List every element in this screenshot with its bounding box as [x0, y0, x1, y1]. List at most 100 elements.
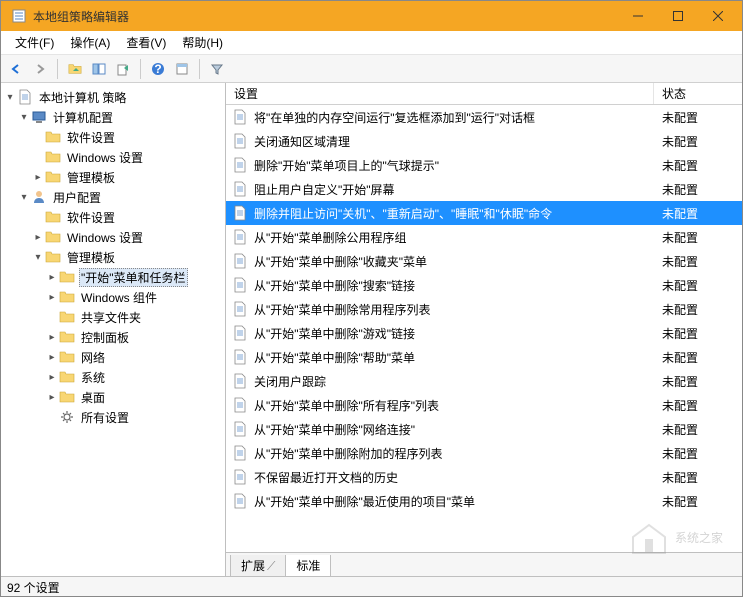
forward-button[interactable] [29, 58, 51, 80]
setting-status: 未配置 [662, 469, 742, 486]
properties-button[interactable] [171, 58, 193, 80]
policy-item-icon [232, 445, 248, 461]
setting-row[interactable]: 删除"开始"菜单项目上的"气球提示"未配置 [226, 153, 742, 177]
chevron-right-icon[interactable]: ▸ [45, 332, 59, 343]
setting-row[interactable]: 关闭通知区域清理未配置 [226, 129, 742, 153]
tree-windows-settings-user[interactable]: ▸Windows 设置 [1, 227, 225, 247]
tree-system[interactable]: ▸系统 [1, 367, 225, 387]
setting-row[interactable]: 关闭用户跟踪未配置 [226, 369, 742, 393]
setting-status: 未配置 [662, 325, 742, 342]
setting-name: 从"开始"菜单中删除"游戏"链接 [254, 325, 662, 342]
tab-extended[interactable]: 扩展⟋ [230, 555, 286, 576]
chevron-right-icon[interactable]: ▸ [31, 232, 45, 243]
minimize-button[interactable] [618, 1, 658, 31]
tree-pane[interactable]: ▾ 本地计算机 策略 ▾ 计算机配置 软件设置 Windows 设置 ▸管理模板… [1, 83, 226, 576]
chevron-down-icon[interactable]: ▾ [3, 92, 17, 103]
up-button[interactable] [64, 58, 86, 80]
chevron-right-icon[interactable]: ▸ [45, 352, 59, 363]
export-button[interactable] [112, 58, 134, 80]
settings-list[interactable]: 将"在单独的内存空间运行"复选框添加到"运行"对话框未配置关闭通知区域清理未配置… [226, 105, 742, 552]
toolbar: ? [1, 55, 742, 83]
setting-row[interactable]: 从"开始"菜单中删除附加的程序列表未配置 [226, 441, 742, 465]
svg-text:?: ? [154, 62, 161, 76]
setting-row[interactable]: 删除并阻止访问"关机"、"重新启动"、"睡眠"和"休眠"命令未配置 [226, 201, 742, 225]
chevron-down-icon[interactable]: ▾ [31, 252, 45, 263]
setting-name: 从"开始"菜单中删除附加的程序列表 [254, 445, 662, 462]
policy-item-icon [232, 229, 248, 245]
setting-status: 未配置 [662, 397, 742, 414]
setting-status: 未配置 [662, 109, 742, 126]
tree-computer-config[interactable]: ▾ 计算机配置 [1, 107, 225, 127]
menu-help[interactable]: 帮助(H) [174, 32, 231, 53]
policy-item-icon [232, 181, 248, 197]
policy-item-icon [232, 301, 248, 317]
chevron-right-icon[interactable]: ▸ [31, 172, 45, 183]
policy-item-icon [232, 421, 248, 437]
policy-item-icon [232, 205, 248, 221]
menu-file[interactable]: 文件(F) [7, 32, 62, 53]
show-hide-tree-button[interactable] [88, 58, 110, 80]
tree-network[interactable]: ▸网络 [1, 347, 225, 367]
tree-user-config[interactable]: ▾ 用户配置 [1, 187, 225, 207]
setting-status: 未配置 [662, 349, 742, 366]
close-button[interactable] [698, 1, 738, 31]
setting-row[interactable]: 从"开始"菜单中删除"收藏夹"菜单未配置 [226, 249, 742, 273]
column-setting[interactable]: 设置 [226, 83, 654, 104]
tree-root[interactable]: ▾ 本地计算机 策略 [1, 87, 225, 107]
setting-status: 未配置 [662, 445, 742, 462]
back-button[interactable] [5, 58, 27, 80]
tree-admin-templates-user[interactable]: ▾管理模板 [1, 247, 225, 267]
setting-name: 从"开始"菜单中删除"帮助"菜单 [254, 349, 662, 366]
chevron-down-icon[interactable]: ▾ [17, 192, 31, 203]
help-button[interactable]: ? [147, 58, 169, 80]
setting-row[interactable]: 不保留最近打开文档的历史未配置 [226, 465, 742, 489]
setting-row[interactable]: 将"在单独的内存空间运行"复选框添加到"运行"对话框未配置 [226, 105, 742, 129]
folder-icon [45, 209, 61, 225]
bottom-tabs: 扩展⟋ 标准 [226, 552, 742, 576]
setting-row[interactable]: 阻止用户自定义"开始"屏幕未配置 [226, 177, 742, 201]
policy-item-icon [232, 397, 248, 413]
tree-windows-components[interactable]: ▸Windows 组件 [1, 287, 225, 307]
setting-name: 阻止用户自定义"开始"屏幕 [254, 181, 662, 198]
tree-all-settings[interactable]: 所有设置 [1, 407, 225, 427]
setting-name: 从"开始"菜单中删除"最近使用的项目"菜单 [254, 493, 662, 510]
list-header[interactable]: 设置 状态 [226, 83, 742, 105]
chevron-right-icon[interactable]: ▸ [45, 292, 59, 303]
setting-row[interactable]: 从"开始"菜单中删除"帮助"菜单未配置 [226, 345, 742, 369]
right-pane: 设置 状态 将"在单独的内存空间运行"复选框添加到"运行"对话框未配置关闭通知区… [226, 83, 742, 576]
setting-row[interactable]: 从"开始"菜单中删除"搜索"链接未配置 [226, 273, 742, 297]
setting-row[interactable]: 从"开始"菜单中删除"游戏"链接未配置 [226, 321, 742, 345]
folder-icon [45, 129, 61, 145]
tree-software-settings[interactable]: 软件设置 [1, 127, 225, 147]
filter-button[interactable] [206, 58, 228, 80]
tree-software-settings-user[interactable]: 软件设置 [1, 207, 225, 227]
column-status[interactable]: 状态 [654, 83, 742, 104]
tree-desktop[interactable]: ▸桌面 [1, 387, 225, 407]
tree-admin-templates[interactable]: ▸管理模板 [1, 167, 225, 187]
folder-icon [59, 269, 75, 285]
chevron-down-icon[interactable]: ▾ [17, 112, 31, 123]
user-icon [31, 189, 47, 205]
tab-standard[interactable]: 标准 [285, 555, 331, 576]
setting-status: 未配置 [662, 229, 742, 246]
tree-control-panel[interactable]: ▸控制面板 [1, 327, 225, 347]
setting-row[interactable]: 从"开始"菜单中删除常用程序列表未配置 [226, 297, 742, 321]
tree-windows-settings[interactable]: Windows 设置 [1, 147, 225, 167]
chevron-right-icon[interactable]: ▸ [45, 272, 59, 283]
setting-row[interactable]: 从"开始"菜单中删除"最近使用的项目"菜单未配置 [226, 489, 742, 513]
maximize-button[interactable] [658, 1, 698, 31]
tree-start-taskbar[interactable]: ▸"开始"菜单和任务栏 [1, 267, 225, 287]
chevron-right-icon[interactable]: ▸ [45, 392, 59, 403]
titlebar: 本地组策略编辑器 [1, 1, 742, 31]
setting-row[interactable]: 从"开始"菜单删除公用程序组未配置 [226, 225, 742, 249]
menu-action[interactable]: 操作(A) [62, 32, 118, 53]
chevron-right-icon[interactable]: ▸ [45, 372, 59, 383]
tree-shared-folders[interactable]: 共享文件夹 [1, 307, 225, 327]
setting-row[interactable]: 从"开始"菜单中删除"所有程序"列表未配置 [226, 393, 742, 417]
policy-item-icon [232, 277, 248, 293]
folder-icon [59, 309, 75, 325]
setting-name: 不保留最近打开文档的历史 [254, 469, 662, 486]
menu-view[interactable]: 查看(V) [118, 32, 174, 53]
setting-status: 未配置 [662, 133, 742, 150]
setting-row[interactable]: 从"开始"菜单中删除"网络连接"未配置 [226, 417, 742, 441]
